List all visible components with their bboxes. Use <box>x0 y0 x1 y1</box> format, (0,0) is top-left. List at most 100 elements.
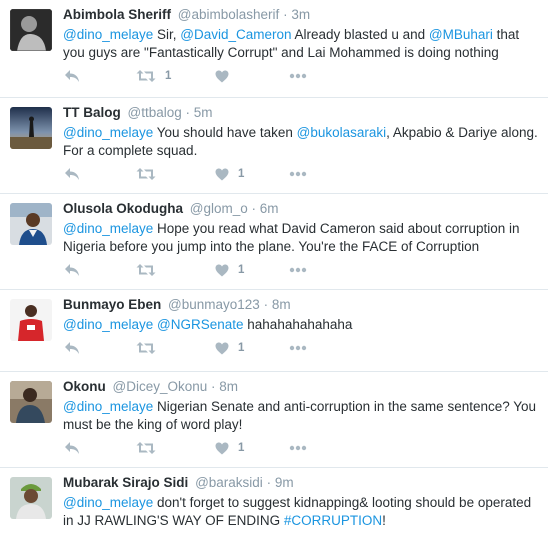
tweet-item[interactable]: Olusola Okodugha @glom_o · 6m @dino_mela… <box>0 194 548 290</box>
timestamp[interactable]: 8m <box>219 379 238 394</box>
username[interactable]: @baraksidi <box>195 475 263 490</box>
like-button[interactable]: 1 <box>215 438 244 458</box>
text-segment: You should have taken <box>153 125 297 140</box>
retweet-count: 1 <box>165 70 172 82</box>
display-name[interactable]: TT Balog <box>63 105 121 120</box>
display-name[interactable]: Abimbola Sheriff <box>63 7 171 22</box>
reply-button[interactable] <box>64 338 80 358</box>
timestamp[interactable]: 9m <box>275 475 294 490</box>
more-button[interactable] <box>289 438 307 458</box>
avatar[interactable] <box>10 477 52 519</box>
tweet-actions: 1 <box>63 438 363 458</box>
tweet-actions: 1 <box>63 164 363 184</box>
retweet-icon <box>136 167 156 181</box>
tweet-text: @dino_melaye don't forget to suggest kid… <box>63 494 542 530</box>
display-name[interactable]: Mubarak Sirajo Sidi <box>63 475 188 490</box>
display-name[interactable]: Bunmayo Eben <box>63 297 161 312</box>
more-dots-icon <box>289 171 307 177</box>
avatar[interactable] <box>10 107 52 149</box>
more-button[interactable] <box>289 66 307 86</box>
retweet-button[interactable]: 1 <box>136 66 171 86</box>
display-name[interactable]: Okonu <box>63 379 106 394</box>
tweet-text: @dino_melaye Nigerian Senate and anti-co… <box>63 398 542 434</box>
timestamp[interactable]: 3m <box>291 7 310 22</box>
tweet-item[interactable]: Mubarak Sirajo Sidi @baraksidi · 9m @din… <box>0 468 548 539</box>
like-button[interactable]: 1 <box>215 338 244 358</box>
mention-link[interactable]: @MBuhari <box>429 27 493 42</box>
tweet-content: Olusola Okodugha @glom_o · 6m @dino_mela… <box>63 200 542 256</box>
username[interactable]: @abimbolasherif <box>178 7 280 22</box>
avatar[interactable] <box>10 9 52 51</box>
display-name[interactable]: Olusola Okodugha <box>63 201 183 216</box>
mention-link[interactable]: @David_Cameron <box>180 27 291 42</box>
reply-icon <box>64 441 80 455</box>
more-button[interactable] <box>289 164 307 184</box>
reply-button[interactable] <box>64 66 80 86</box>
retweet-icon <box>136 341 156 355</box>
mention-link[interactable]: @NGRSenate <box>157 317 244 332</box>
reply-icon <box>64 167 80 181</box>
mention-link[interactable]: @dino_melaye <box>63 27 153 42</box>
text-segment: hahahahahahaha <box>243 317 353 332</box>
separator-dot: · <box>266 475 272 490</box>
tweet-actions: 1 <box>63 338 363 358</box>
avatar[interactable] <box>10 299 52 341</box>
tweet-item[interactable]: Abimbola Sheriff @abimbolasherif · 3m @d… <box>0 0 548 98</box>
retweet-button[interactable] <box>136 338 165 358</box>
mention-link[interactable]: @dino_melaye <box>63 221 153 236</box>
retweet-button[interactable] <box>136 260 165 280</box>
tweet-content: Mubarak Sirajo Sidi @baraksidi · 9m @din… <box>63 474 542 530</box>
heart-icon <box>215 70 229 83</box>
tweet-header: Mubarak Sirajo Sidi @baraksidi · 9m <box>63 474 542 492</box>
like-count: 1 <box>238 168 245 180</box>
tweet-item[interactable]: Bunmayo Eben @bunmayo123 · 8m @dino_mela… <box>0 290 548 372</box>
like-button[interactable]: 1 <box>215 260 244 280</box>
more-button[interactable] <box>289 338 307 358</box>
tweet-timeline: Abimbola Sheriff @abimbolasherif · 3m @d… <box>0 0 548 539</box>
retweet-icon <box>136 263 156 277</box>
separator-dot: · <box>251 201 257 216</box>
username[interactable]: @glom_o <box>190 201 248 216</box>
mention-link[interactable]: @dino_melaye <box>63 317 153 332</box>
separator-dot: · <box>211 379 216 394</box>
text-segment: Already blasted u and <box>291 27 429 42</box>
mention-link[interactable]: @bukolasaraki <box>297 125 387 140</box>
tweet-item[interactable]: TT Balog @ttbalog · 5m @dino_melaye You … <box>0 98 548 194</box>
like-count: 1 <box>238 342 245 354</box>
reply-button[interactable] <box>64 260 80 280</box>
tweet-content: Okonu @Dicey_Okonu · 8m @dino_melaye Nig… <box>63 378 542 434</box>
reply-icon <box>64 69 80 83</box>
more-button[interactable] <box>289 260 307 280</box>
heart-icon <box>215 168 229 181</box>
reply-icon <box>64 341 80 355</box>
tweet-header: Olusola Okodugha @glom_o · 6m <box>63 200 542 218</box>
more-dots-icon <box>289 445 307 451</box>
mention-link[interactable]: @dino_melaye <box>63 125 153 140</box>
username[interactable]: @bunmayo123 <box>168 297 260 312</box>
heart-icon <box>215 342 229 355</box>
username[interactable]: @Dicey_Okonu <box>113 379 208 394</box>
timestamp[interactable]: 8m <box>272 297 291 312</box>
like-count: 1 <box>238 442 245 454</box>
tweet-item[interactable]: Okonu @Dicey_Okonu · 8m @dino_melaye Nig… <box>0 372 548 468</box>
like-button[interactable]: 1 <box>215 164 244 184</box>
avatar[interactable] <box>10 203 52 245</box>
retweet-icon <box>136 69 156 83</box>
timestamp[interactable]: 5m <box>194 105 213 120</box>
mention-link[interactable]: @dino_melaye <box>63 399 153 414</box>
retweet-button[interactable] <box>136 438 165 458</box>
retweet-button[interactable] <box>136 164 165 184</box>
timestamp[interactable]: 6m <box>260 201 279 216</box>
more-dots-icon <box>289 345 307 351</box>
like-button[interactable] <box>215 66 238 86</box>
reply-button[interactable] <box>64 438 80 458</box>
more-dots-icon <box>289 267 307 273</box>
hashtag-link[interactable]: #CORRUPTION <box>284 513 382 528</box>
tweet-actions: 1 <box>63 260 363 280</box>
mention-link[interactable]: @dino_melaye <box>63 495 153 510</box>
reply-button[interactable] <box>64 164 80 184</box>
text-segment: ! <box>382 513 386 528</box>
avatar[interactable] <box>10 381 52 423</box>
username[interactable]: @ttbalog <box>128 105 182 120</box>
tweet-content: Bunmayo Eben @bunmayo123 · 8m @dino_mela… <box>63 296 542 334</box>
